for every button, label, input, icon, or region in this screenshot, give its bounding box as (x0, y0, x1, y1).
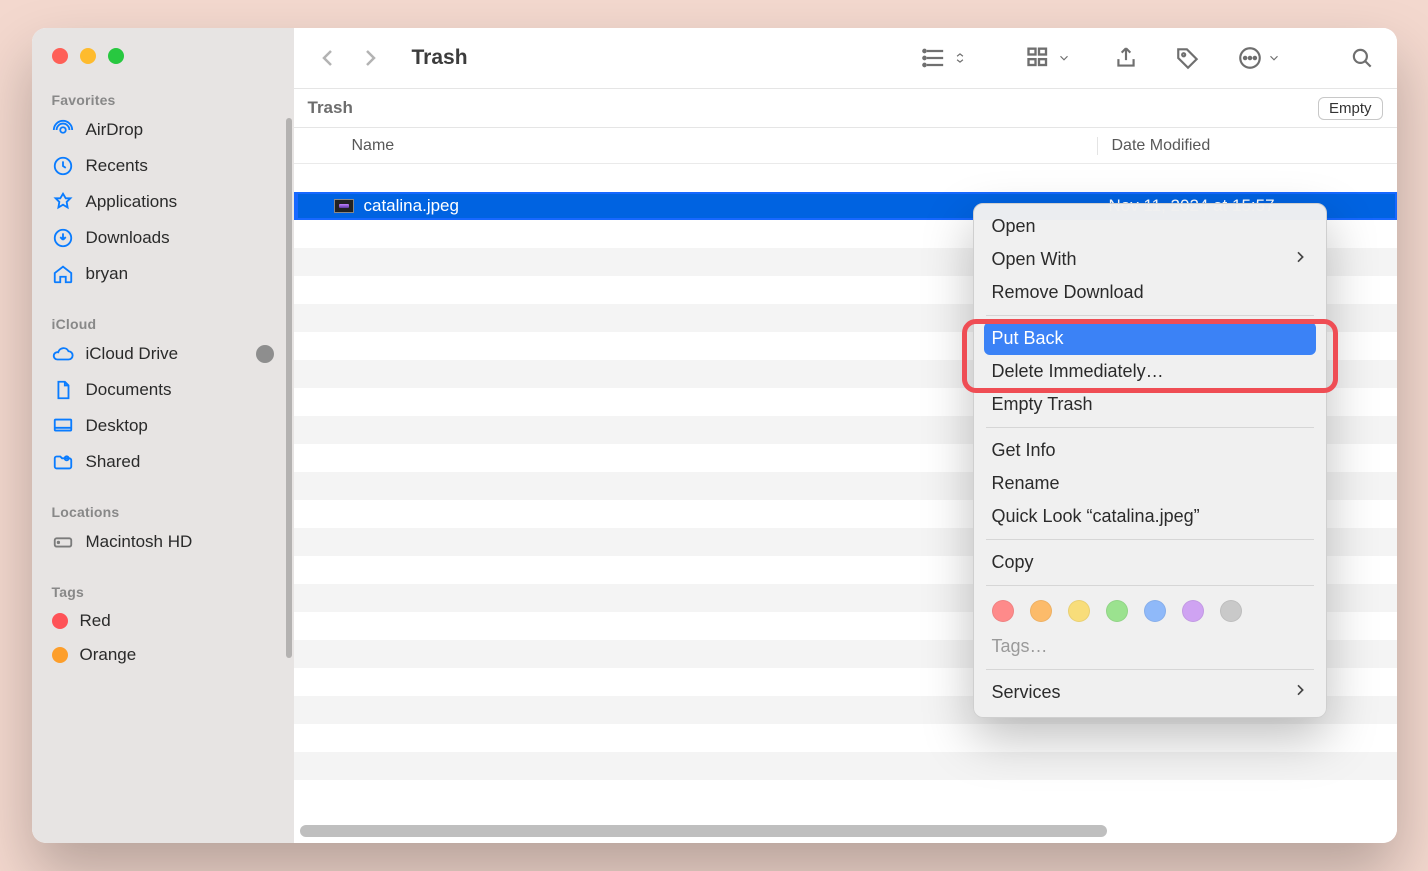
sidebar-item-desktop[interactable]: Desktop (32, 408, 294, 444)
sidebar-item-label: Red (80, 611, 111, 631)
sidebar-item-airdrop[interactable]: AirDrop (32, 112, 294, 148)
sidebar-item-label: iCloud Drive (86, 344, 179, 364)
sidebar-item-label: Desktop (86, 416, 148, 436)
column-headers: Name Date Modified (294, 128, 1397, 164)
sidebar-item-documents[interactable]: Documents (32, 372, 294, 408)
tag-color-red[interactable] (992, 600, 1014, 622)
tag-color-orange[interactable] (1030, 600, 1052, 622)
ctx-label: Open With (992, 249, 1077, 270)
sidebar-section-tags: Tags (32, 578, 294, 604)
sidebar-item-recents[interactable]: Recents (32, 148, 294, 184)
sidebar-item-label: bryan (86, 264, 129, 284)
tag-color-yellow[interactable] (1068, 600, 1090, 622)
applications-icon (52, 191, 74, 213)
sidebar-item-label: Downloads (86, 228, 170, 248)
sidebar-item-home[interactable]: bryan (32, 256, 294, 292)
toolbar: Trash (294, 28, 1397, 88)
ctx-open[interactable]: Open (974, 210, 1326, 243)
search-button[interactable] (1349, 45, 1375, 71)
sidebar-item-label: Documents (86, 380, 172, 400)
home-icon (52, 263, 74, 285)
sidebar-item-applications[interactable]: Applications (32, 184, 294, 220)
ctx-tag-colors (974, 592, 1326, 630)
sidebar-item-label: Orange (80, 645, 137, 665)
sidebar-item-tag-red[interactable]: Red (32, 604, 294, 638)
sidebar-item-icloud-drive[interactable]: iCloud Drive (32, 336, 294, 372)
sidebar-item-tag-orange[interactable]: Orange (32, 638, 294, 672)
red-tag-dot (52, 613, 68, 629)
hard-drive-icon (52, 531, 74, 553)
clock-icon (52, 155, 74, 177)
ctx-empty-trash[interactable]: Empty Trash (974, 388, 1326, 421)
downloads-icon (52, 227, 74, 249)
minimize-window-button[interactable] (80, 48, 96, 64)
tag-color-green[interactable] (1106, 600, 1128, 622)
window-title: Trash (412, 46, 468, 70)
sidebar-section-icloud: iCloud (32, 310, 294, 336)
sidebar-item-downloads[interactable]: Downloads (32, 220, 294, 256)
share-button[interactable] (1113, 45, 1139, 71)
chevron-right-icon (1292, 249, 1308, 270)
main-pane: Trash Trash Empty Name Date Modified cat… (294, 28, 1397, 843)
tag-color-purple[interactable] (1182, 600, 1204, 622)
ctx-delete-immediately[interactable]: Delete Immediately… (974, 355, 1326, 388)
close-window-button[interactable] (52, 48, 68, 64)
view-list-button[interactable] (921, 44, 967, 72)
shared-folder-icon (52, 451, 74, 473)
desktop-icon (52, 415, 74, 437)
sidebar-section-favorites: Favorites (32, 86, 294, 112)
sidebar-section-locations: Locations (32, 498, 294, 524)
ctx-separator (986, 669, 1314, 670)
ctx-remove-download[interactable]: Remove Download (974, 276, 1326, 309)
sidebar-item-label: Recents (86, 156, 148, 176)
more-actions-button[interactable] (1237, 45, 1281, 71)
back-button[interactable] (316, 46, 340, 70)
cloud-icon (52, 343, 74, 365)
sidebar-item-label: Macintosh HD (86, 532, 193, 552)
tag-color-blue[interactable] (1144, 600, 1166, 622)
ctx-quick-look[interactable]: Quick Look “catalina.jpeg” (974, 500, 1326, 533)
ctx-separator (986, 315, 1314, 316)
group-by-button[interactable] (1025, 44, 1071, 72)
sidebar-item-label: Applications (86, 192, 178, 212)
airdrop-icon (52, 119, 74, 141)
sidebar-item-macintosh-hd[interactable]: Macintosh HD (32, 524, 294, 560)
path-label: Trash (308, 98, 353, 118)
sidebar-item-label: Shared (86, 452, 141, 472)
ctx-tags[interactable]: Tags… (974, 630, 1326, 663)
window-controls (32, 38, 294, 86)
empty-trash-button[interactable]: Empty (1318, 97, 1383, 120)
ctx-separator (986, 427, 1314, 428)
ctx-separator (986, 539, 1314, 540)
ctx-open-with[interactable]: Open With (974, 243, 1326, 276)
sidebar-scrollbar[interactable] (286, 118, 292, 658)
finder-window: Favorites AirDrop Recents Applications D… (32, 28, 1397, 843)
file-thumbnail-icon (334, 199, 354, 213)
ctx-get-info[interactable]: Get Info (974, 434, 1326, 467)
ctx-separator (986, 585, 1314, 586)
orange-tag-dot (52, 647, 68, 663)
column-name[interactable]: Name (294, 137, 1097, 155)
ctx-label: Services (992, 682, 1061, 703)
ctx-rename[interactable]: Rename (974, 467, 1326, 500)
ctx-services[interactable]: Services (974, 676, 1326, 709)
sidebar: Favorites AirDrop Recents Applications D… (32, 28, 294, 843)
sidebar-item-label: AirDrop (86, 120, 144, 140)
tag-color-gray[interactable] (1220, 600, 1242, 622)
horizontal-scrollbar[interactable] (300, 825, 1391, 837)
chevron-right-icon (1292, 682, 1308, 703)
fullscreen-window-button[interactable] (108, 48, 124, 64)
ctx-copy[interactable]: Copy (974, 546, 1326, 579)
context-menu: Open Open With Remove Download Put Back … (973, 203, 1327, 718)
ctx-put-back[interactable]: Put Back (984, 322, 1316, 355)
icloud-status-icon (256, 345, 274, 363)
tags-button[interactable] (1175, 45, 1201, 71)
column-date-modified[interactable]: Date Modified (1097, 137, 1397, 155)
path-bar: Trash Empty (294, 88, 1397, 128)
document-icon (52, 379, 74, 401)
forward-button[interactable] (358, 46, 382, 70)
sidebar-item-shared[interactable]: Shared (32, 444, 294, 480)
